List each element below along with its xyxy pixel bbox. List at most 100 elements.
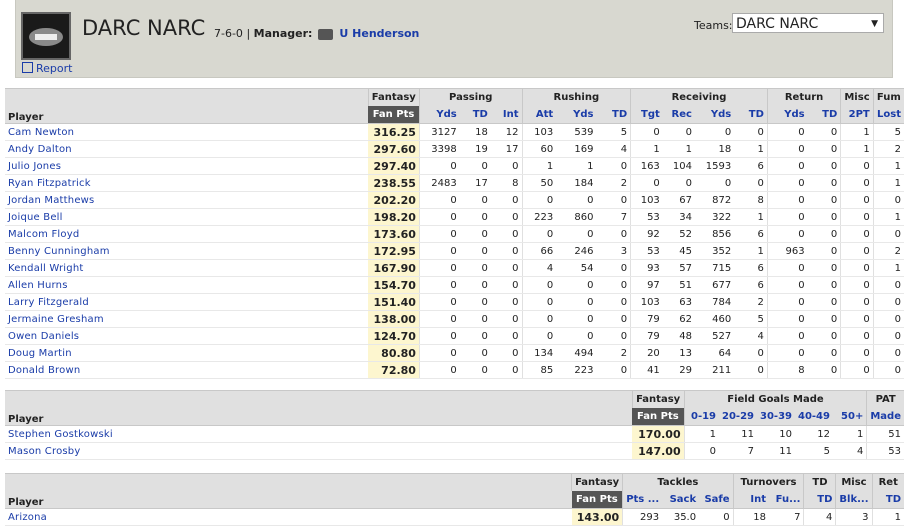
player-name-link[interactable]: Malcom Floyd bbox=[5, 225, 369, 243]
rush-att-header[interactable]: Att bbox=[521, 106, 557, 124]
pts-allowed-header[interactable]: Pts ... bbox=[622, 491, 663, 509]
player-name-link[interactable]: Owen Daniels bbox=[5, 327, 369, 345]
stat-cell: 0 bbox=[418, 310, 460, 328]
table-row: Andy Dalton 297.60 3398 19 17 60 169 4 1 1 18 1 0 0 1 2 bbox=[5, 140, 904, 158]
player-name-link[interactable]: Cam Newton bbox=[5, 123, 369, 141]
player-name-link[interactable]: Donald Brown bbox=[5, 361, 369, 379]
stat-cell: 1 bbox=[630, 140, 663, 158]
stat-cell: 0 bbox=[734, 123, 768, 141]
player-name-link[interactable]: Mason Crosby bbox=[5, 442, 633, 460]
fg-20-29-header[interactable]: 20-29 bbox=[719, 408, 757, 426]
dropdown-arrow-icon: ▼ bbox=[871, 19, 878, 29]
player-name-link[interactable]: Kendall Wright bbox=[5, 259, 369, 277]
stat-cell: 0 bbox=[766, 276, 808, 294]
blk-header[interactable]: Blk... bbox=[835, 491, 872, 509]
rec-rec-header[interactable]: Rec bbox=[662, 106, 695, 124]
stat-cell: 0 bbox=[418, 208, 460, 226]
group-blank bbox=[5, 88, 369, 106]
rec-td-header[interactable]: TD bbox=[734, 106, 768, 124]
rush-td-header[interactable]: TD bbox=[596, 106, 631, 124]
player-name-link[interactable]: Ryan Fitzpatrick bbox=[5, 174, 369, 192]
player-name-link[interactable]: Benny Cunningham bbox=[5, 242, 369, 260]
stat-cell: 103 bbox=[521, 123, 557, 141]
stat-cell: 0 bbox=[418, 361, 460, 379]
rec-tgt-header[interactable]: Tgt bbox=[630, 106, 663, 124]
player-name-link[interactable]: Jordan Matthews bbox=[5, 191, 369, 209]
stat-cell: 0 bbox=[459, 191, 491, 209]
stat-cell: 0 bbox=[459, 259, 491, 277]
stat-cell: 0 bbox=[766, 310, 808, 328]
fg-50-plus-header[interactable]: 50+ bbox=[832, 408, 867, 426]
misc-2pt-header[interactable]: 2PT bbox=[840, 106, 874, 124]
player-name-link[interactable]: Allen Hurns bbox=[5, 276, 369, 294]
stat-cell: 0 bbox=[459, 293, 491, 311]
rush-yds-header[interactable]: Yds bbox=[556, 106, 597, 124]
fg-40-49-header[interactable]: 40-49 bbox=[794, 408, 833, 426]
player-name-link[interactable]: Stephen Gostkowski bbox=[5, 425, 633, 443]
fan-pts-column-header[interactable]: Fan Pts bbox=[368, 106, 420, 124]
player-name-link[interactable]: Arizona bbox=[5, 508, 572, 526]
fantasy-points-cell: 124.70 bbox=[368, 327, 420, 345]
player-name-link[interactable]: Julio Jones bbox=[5, 157, 369, 175]
kicker-column-header: Player Fan Pts 0-19 20-29 30-39 40-49 50… bbox=[5, 408, 904, 426]
fg-0-19-header[interactable]: 0-19 bbox=[683, 408, 720, 426]
teams-label: Teams: bbox=[694, 19, 733, 32]
fantasy-points-cell: 173.60 bbox=[368, 225, 420, 243]
fantasy-points-cell: 202.20 bbox=[368, 191, 420, 209]
stat-cell: 5 bbox=[734, 310, 768, 328]
pass-td-header[interactable]: TD bbox=[459, 106, 491, 124]
stat-cell: 856 bbox=[694, 225, 735, 243]
group-pat: PAT bbox=[866, 390, 904, 408]
rec-yds-header[interactable]: Yds bbox=[694, 106, 735, 124]
stat-cell: 0 bbox=[807, 174, 841, 192]
stat-cell: 0 bbox=[840, 208, 874, 226]
fantasy-points-cell: 198.20 bbox=[368, 208, 420, 226]
stat-cell: 0 bbox=[766, 327, 808, 345]
offense-stats-table: Fantasy Passing Rushing Receiving Return… bbox=[5, 88, 904, 379]
stat-cell: 0 bbox=[807, 242, 841, 260]
stat-cell: 45 bbox=[662, 242, 695, 260]
safe-header[interactable]: Safe bbox=[699, 491, 734, 509]
manager-link[interactable]: U Henderson bbox=[339, 27, 419, 40]
ret-td-header[interactable]: TD bbox=[807, 106, 841, 124]
stat-cell: 211 bbox=[694, 361, 735, 379]
stat-cell: 0 bbox=[459, 157, 491, 175]
pat-made-header[interactable]: Made bbox=[866, 408, 904, 426]
stat-cell: 60 bbox=[521, 140, 557, 158]
fan-pts-column-header[interactable]: Fan Pts bbox=[571, 491, 623, 509]
fum-lost-header[interactable]: Lost bbox=[872, 106, 904, 124]
offense-column-header: Player Fan Pts Yds TD Int Att Yds TD Tgt… bbox=[5, 106, 904, 124]
stat-cell: 0 bbox=[662, 174, 695, 192]
fantasy-points-cell: 170.00 bbox=[632, 425, 685, 443]
int-header[interactable]: Int bbox=[732, 491, 769, 509]
ret-yds-header[interactable]: Yds bbox=[766, 106, 808, 124]
group-fum: Fum bbox=[872, 88, 904, 106]
player-name-link[interactable]: Jermaine Gresham bbox=[5, 310, 369, 328]
stat-cell: 0 bbox=[766, 123, 808, 141]
table-row: Benny Cunningham 172.95 0 0 0 66 246 3 53 45 352 1 9… bbox=[5, 242, 904, 260]
td-header[interactable]: TD bbox=[803, 491, 836, 509]
pass-int-header[interactable]: Int bbox=[490, 106, 523, 124]
player-name-link[interactable]: Andy Dalton bbox=[5, 140, 369, 158]
fan-pts-column-header[interactable]: Fan Pts bbox=[632, 408, 685, 426]
stat-cell: 963 bbox=[766, 242, 808, 260]
sack-header[interactable]: Sack bbox=[662, 491, 700, 509]
player-name-link[interactable]: Larry Fitzgerald bbox=[5, 293, 369, 311]
player-name-link[interactable]: Joique Bell bbox=[5, 208, 369, 226]
stat-cell: 0 bbox=[683, 442, 720, 460]
fg-30-39-header[interactable]: 30-39 bbox=[757, 408, 795, 426]
stat-cell: 0 bbox=[418, 157, 460, 175]
report-link[interactable]: Report bbox=[22, 62, 72, 75]
teams-select[interactable]: DARC NARC ▼ bbox=[732, 13, 884, 33]
player-name-link[interactable]: Doug Martin bbox=[5, 344, 369, 362]
stat-cell: 50 bbox=[521, 174, 557, 192]
player-column-header: Player bbox=[5, 106, 369, 124]
stat-cell: 0 bbox=[840, 310, 874, 328]
stat-cell: 1 bbox=[872, 157, 904, 175]
pass-yds-header[interactable]: Yds bbox=[418, 106, 460, 124]
group-passing: Passing bbox=[418, 88, 523, 106]
stat-cell: 0 bbox=[596, 157, 631, 175]
stat-cell: 0 bbox=[556, 276, 597, 294]
ret-td-header[interactable]: TD bbox=[871, 491, 904, 509]
fumble-header[interactable]: Fu... bbox=[769, 491, 804, 509]
